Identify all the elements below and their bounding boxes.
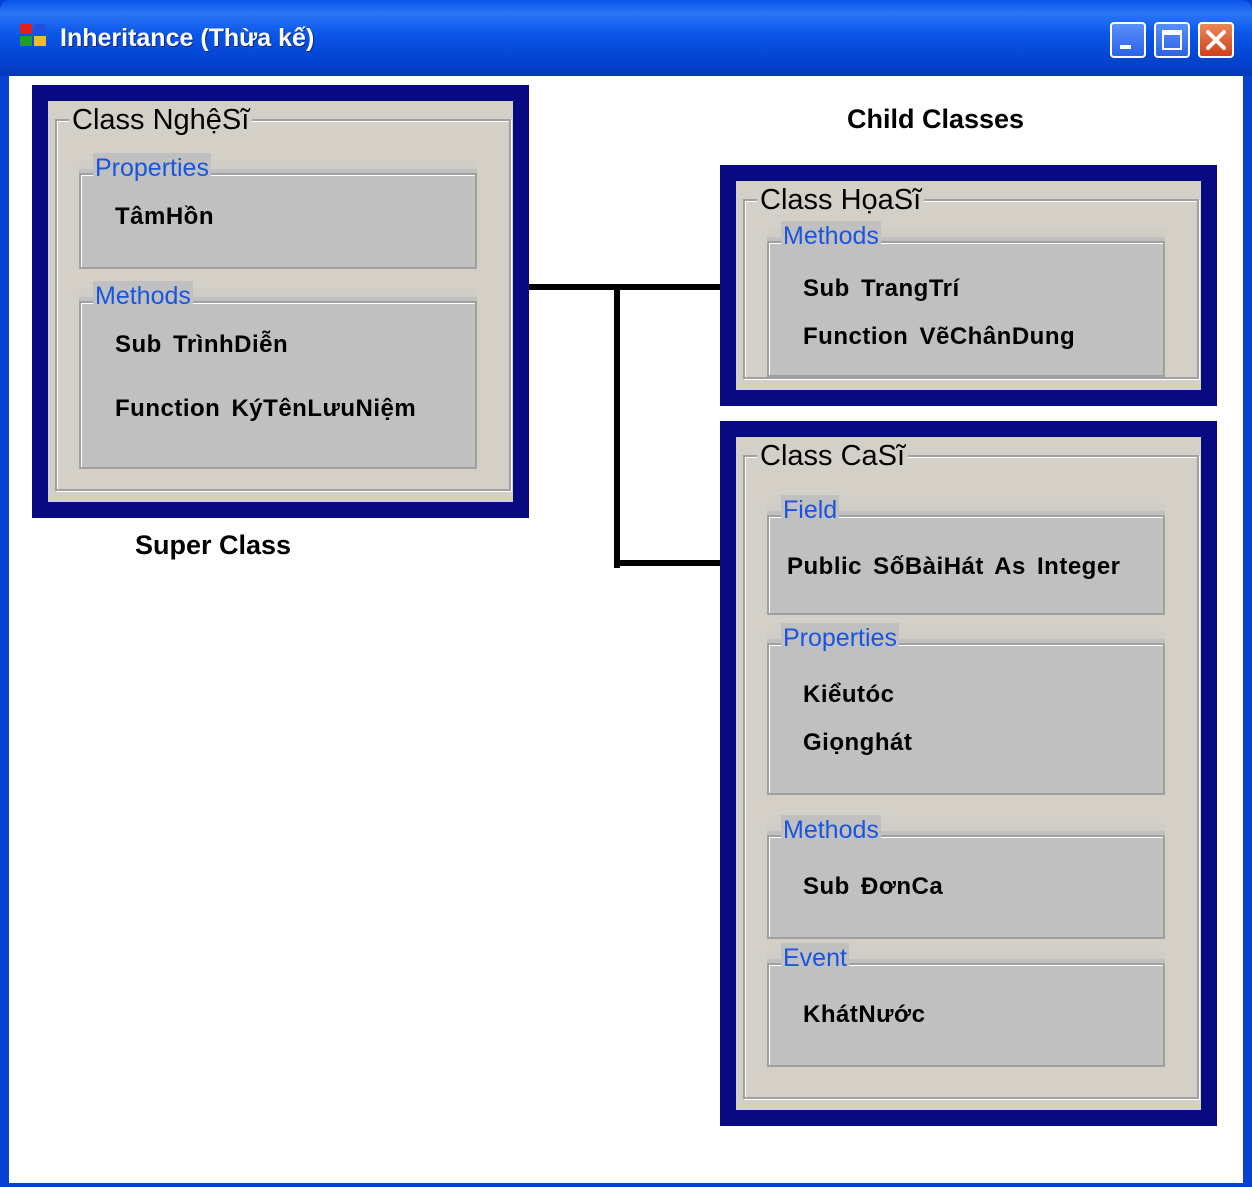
app-window: Inheritance (Thừa kế) Class NghệSĩ Prope… bbox=[0, 0, 1252, 1187]
method-item: Sub TrangTrí bbox=[803, 275, 960, 302]
nghesi-methods-section: Methods Sub TrìnhDiễn Function KýTênLưuN… bbox=[79, 281, 477, 469]
field-item: Public SốBàiHát As Integer bbox=[787, 553, 1121, 580]
method-item: Function VẽChânDung bbox=[803, 323, 1076, 350]
section-title-properties: Properties bbox=[93, 153, 211, 183]
class-hoasi-group: Class HọaSĩ Methods Sub TrangTrí Functio… bbox=[743, 183, 1199, 379]
close-icon bbox=[1206, 30, 1226, 50]
connector-line bbox=[614, 284, 620, 568]
property-item: Kiểutóc bbox=[803, 681, 895, 708]
class-casi-group: Class CaSĩ Field Public SốBàiHát As Inte… bbox=[743, 439, 1199, 1099]
connector-line bbox=[614, 560, 720, 566]
section-title-event: Event bbox=[781, 943, 849, 973]
event-item: KhátNước bbox=[803, 1001, 926, 1028]
class-hoasi-title: Class HọaSĩ bbox=[757, 183, 925, 217]
class-casi-panel: Class CaSĩ Field Public SốBàiHát As Inte… bbox=[736, 437, 1201, 1110]
casi-methods-section: Methods Sub ĐơnCa bbox=[767, 815, 1165, 939]
class-casi-title: Class CaSĩ bbox=[757, 439, 909, 473]
class-nghesi-group: Class NghệSĩ Properties TâmHồn Methods S… bbox=[55, 103, 511, 491]
method-item: Sub TrìnhDiễn bbox=[115, 331, 289, 358]
property-item: TâmHồn bbox=[115, 203, 214, 230]
maximize-button[interactable] bbox=[1154, 22, 1190, 58]
client-area: Class NghệSĩ Properties TâmHồn Methods S… bbox=[9, 76, 1243, 1183]
close-button[interactable] bbox=[1198, 22, 1234, 58]
title-bar[interactable]: Inheritance (Thừa kế) bbox=[0, 0, 1252, 76]
class-hoasi-frame: Class HọaSĩ Methods Sub TrangTrí Functio… bbox=[720, 165, 1217, 406]
minimize-button[interactable] bbox=[1110, 22, 1146, 58]
class-nghesi-frame: Class NghệSĩ Properties TâmHồn Methods S… bbox=[32, 85, 529, 518]
class-nghesi-panel: Class NghệSĩ Properties TâmHồn Methods S… bbox=[48, 101, 513, 502]
class-hoasi-panel: Class HọaSĩ Methods Sub TrangTrí Functio… bbox=[736, 181, 1201, 390]
window-title: Inheritance (Thừa kế) bbox=[60, 24, 315, 52]
minimize-icon bbox=[1120, 45, 1131, 49]
section-title-methods: Methods bbox=[781, 221, 881, 251]
method-item: Sub ĐơnCa bbox=[803, 873, 944, 900]
maximize-icon bbox=[1162, 30, 1182, 50]
app-form-icon[interactable] bbox=[20, 24, 48, 48]
class-casi-frame: Class CaSĩ Field Public SốBàiHát As Inte… bbox=[720, 421, 1217, 1126]
section-title-methods: Methods bbox=[781, 815, 881, 845]
child-classes-caption: Child Classes bbox=[847, 104, 1025, 134]
class-nghesi-title: Class NghệSĩ bbox=[69, 103, 253, 137]
hoasi-methods-section: Methods Sub TrangTrí Function VẽChânDung bbox=[767, 221, 1165, 377]
method-item: Function KýTênLưuNiệm bbox=[115, 395, 417, 422]
section-title-field: Field bbox=[781, 495, 840, 525]
casi-field-section: Field Public SốBàiHát As Integer bbox=[767, 495, 1165, 615]
nghesi-properties-section: Properties TâmHồn bbox=[79, 153, 477, 269]
casi-event-section: Event KhátNước bbox=[767, 943, 1165, 1067]
section-title-methods: Methods bbox=[93, 281, 193, 311]
section-title-properties: Properties bbox=[781, 623, 899, 653]
super-class-caption: Super Class bbox=[135, 530, 292, 560]
casi-properties-section: Properties Kiểutóc Giọnghát bbox=[767, 623, 1165, 795]
connector-line bbox=[528, 284, 731, 290]
property-item: Giọnghát bbox=[803, 729, 913, 756]
